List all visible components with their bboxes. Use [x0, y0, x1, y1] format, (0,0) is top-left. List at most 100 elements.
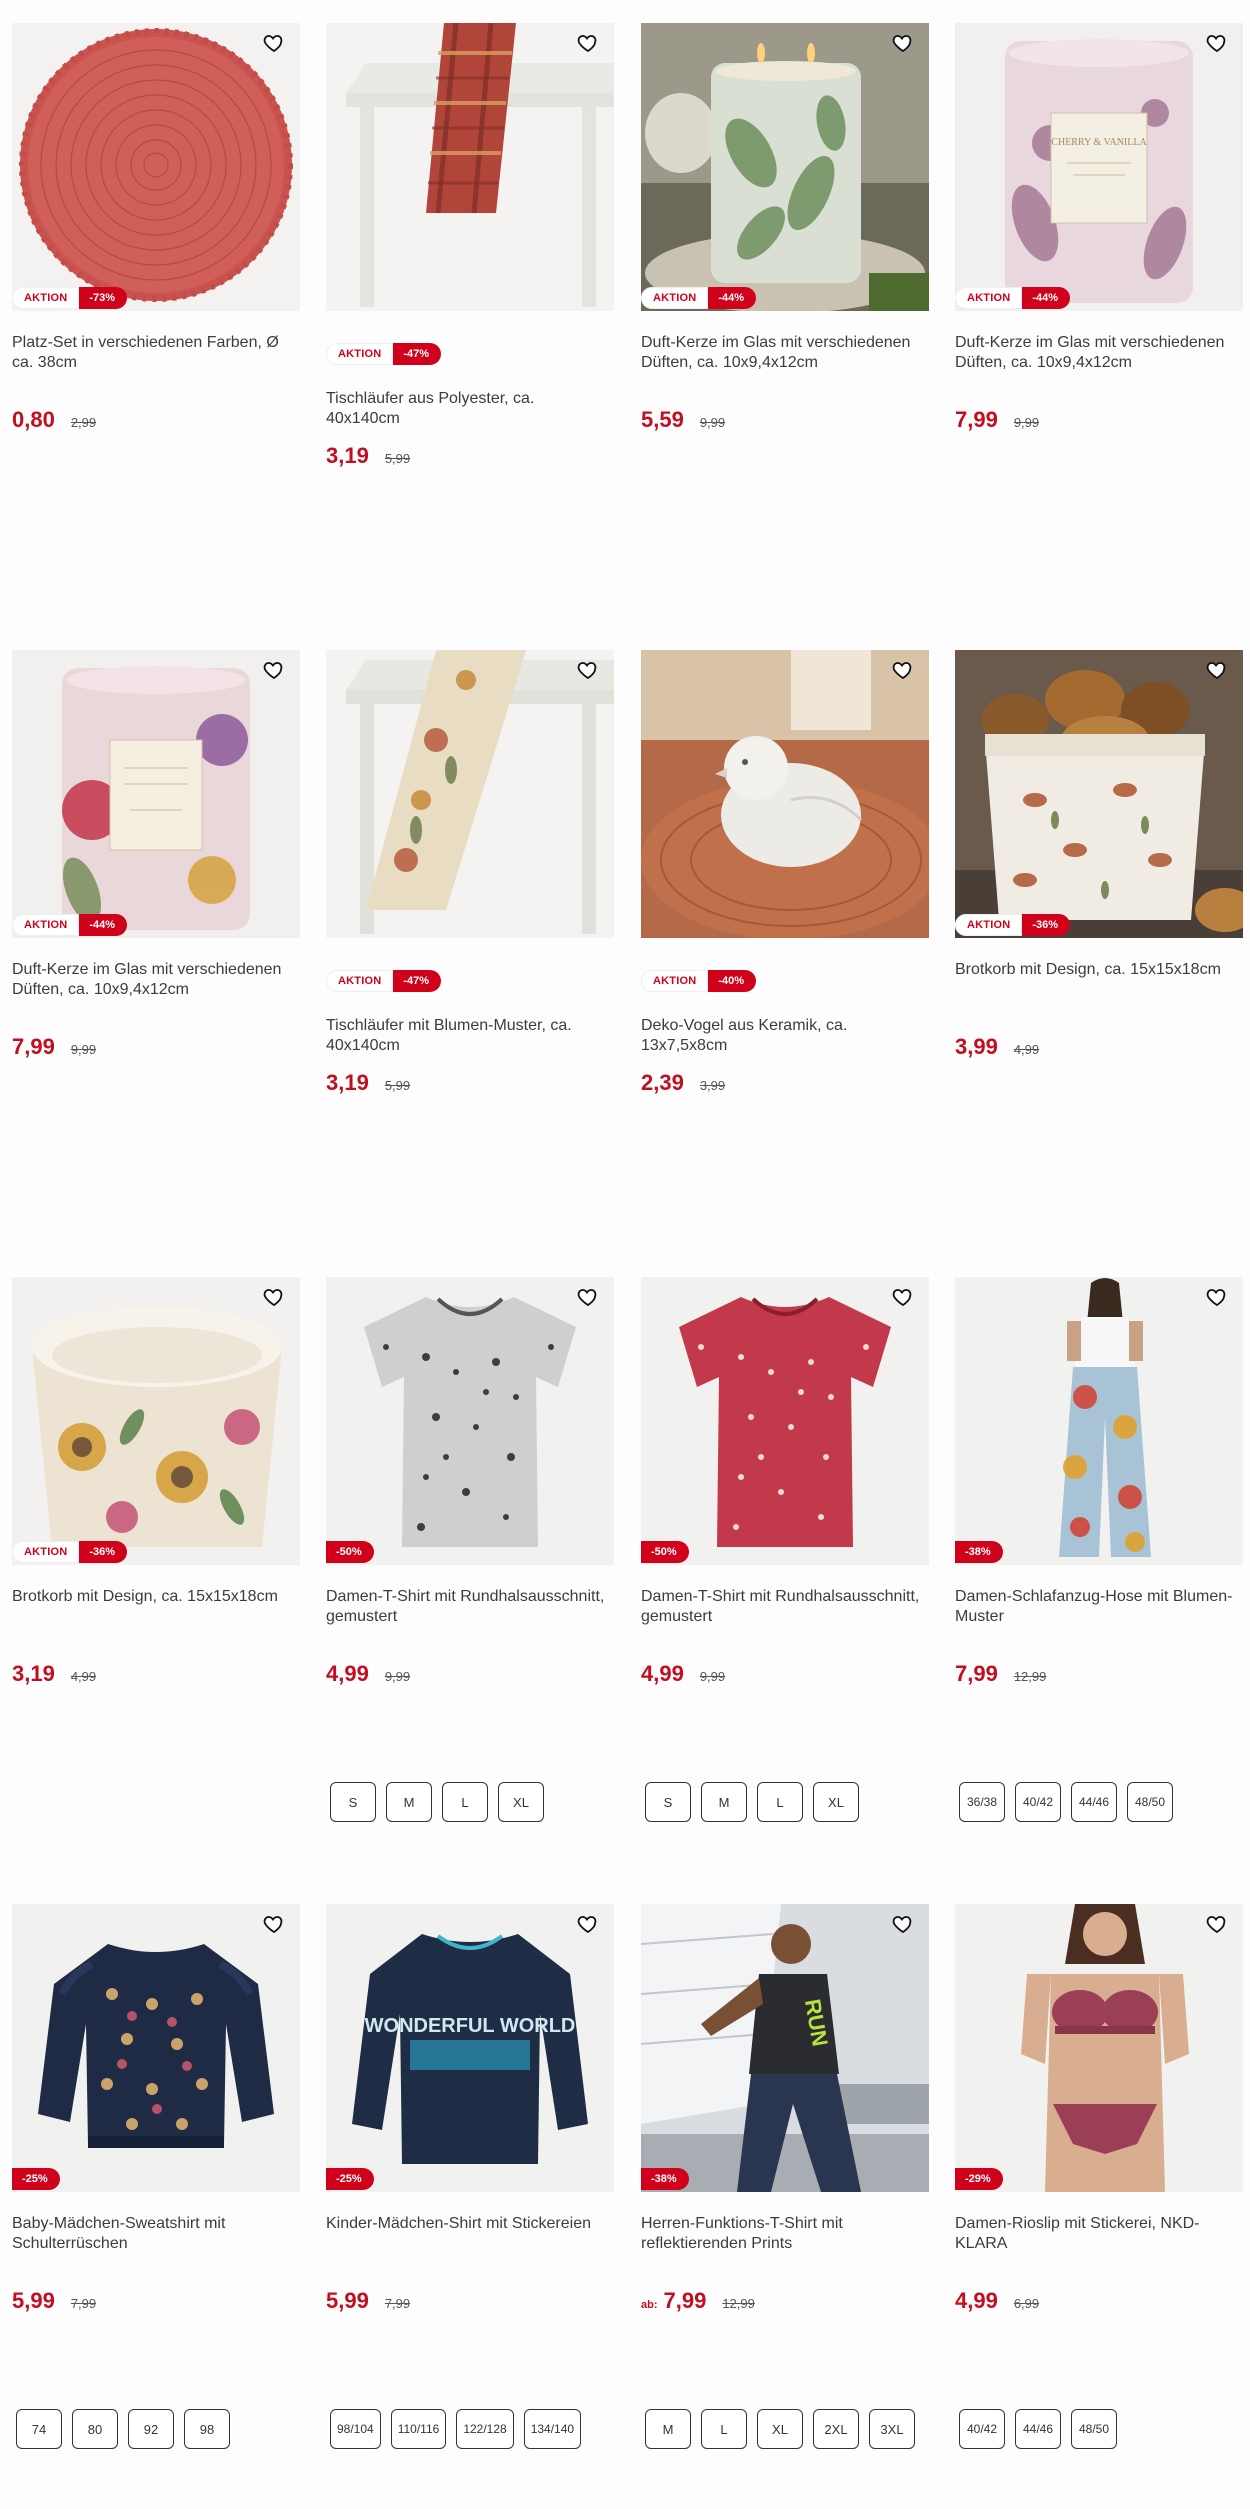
size-option[interactable]: L: [442, 1782, 488, 1822]
discount-percent: -44%: [1022, 287, 1071, 309]
bread-basket-flowers-image: [12, 1277, 300, 1565]
size-option[interactable]: 98/104: [330, 2409, 381, 2449]
discount-badge: AKTION -47%: [326, 343, 442, 365]
current-price: 0,80: [12, 407, 55, 432]
size-option[interactable]: 36/38: [959, 1782, 1005, 1822]
size-option[interactable]: 48/50: [1127, 1782, 1173, 1822]
product-image[interactable]: AKTION -44%: [12, 650, 300, 938]
wishlist-heart-icon[interactable]: [1205, 1285, 1235, 1315]
product-image[interactable]: -38%: [955, 1277, 1243, 1565]
old-price: 12,99: [722, 2296, 755, 2311]
product-title[interactable]: Brotkorb mit Design, ca. 15x15x18cm: [12, 1587, 298, 1607]
product-title[interactable]: Tischläufer aus Polyester, ca. 40x140cm: [326, 389, 612, 429]
product-image[interactable]: AKTION -44%: [641, 23, 929, 311]
size-option[interactable]: M: [386, 1782, 432, 1822]
size-option[interactable]: 2XL: [813, 2409, 859, 2449]
size-option[interactable]: XL: [813, 1782, 859, 1822]
wishlist-heart-icon[interactable]: [891, 658, 921, 688]
wishlist-heart-icon[interactable]: [1205, 658, 1235, 688]
product-image[interactable]: -50%: [326, 1277, 614, 1565]
wishlist-heart-icon[interactable]: [262, 1912, 292, 1942]
wishlist-heart-icon[interactable]: [262, 31, 292, 61]
table-runner-plaid-image: [326, 23, 614, 311]
product-image[interactable]: -29%: [955, 1904, 1243, 2192]
product-title[interactable]: Damen-Schlafanzug-Hose mit Blumen-Muster: [955, 1587, 1241, 1627]
size-option[interactable]: 80: [72, 2409, 118, 2449]
discount-percent: -47%: [393, 343, 442, 365]
tshirt-grey-image: [326, 1277, 614, 1565]
old-price: 2,99: [70, 415, 97, 430]
wishlist-heart-icon[interactable]: [1205, 31, 1235, 61]
product-title[interactable]: Duft-Kerze im Glas mit verschiedenen Düf…: [955, 333, 1241, 373]
size-option[interactable]: 122/128: [456, 2409, 514, 2449]
product-price: 3,99 4,99: [955, 1034, 1039, 1060]
product-title[interactable]: Platz-Set in verschiedenen Farben, Ø ca.…: [12, 333, 298, 373]
size-option[interactable]: 44/46: [1015, 2409, 1061, 2449]
product-title[interactable]: Damen-T-Shirt mit Rundhalsausschnitt, ge…: [326, 1587, 612, 1627]
product-title[interactable]: Damen-Rioslip mit Stickerei, NKD-KLARA: [955, 2214, 1241, 2254]
current-price: 5,59: [641, 407, 684, 432]
product-title[interactable]: Duft-Kerze im Glas mit verschiedenen Düf…: [641, 333, 927, 373]
wishlist-heart-icon[interactable]: [891, 31, 921, 61]
discount-percent: -25%: [326, 2168, 374, 2190]
product-title[interactable]: Herren-Funktions-T-Shirt mit reflektiere…: [641, 2214, 927, 2254]
product-title[interactable]: Damen-T-Shirt mit Rundhalsausschnitt, ge…: [641, 1587, 927, 1627]
candle-floral-image: [12, 650, 300, 938]
aktion-label: AKTION: [955, 287, 1023, 309]
product-image[interactable]: [326, 23, 614, 311]
discount-badge: -29%: [955, 2168, 1003, 2190]
aktion-label: AKTION: [326, 343, 394, 365]
size-option[interactable]: M: [701, 1782, 747, 1822]
wishlist-heart-icon[interactable]: [891, 1912, 921, 1942]
product-image[interactable]: [326, 650, 614, 938]
size-option[interactable]: 74: [16, 2409, 62, 2449]
wishlist-heart-icon[interactable]: [262, 658, 292, 688]
size-option[interactable]: L: [757, 1782, 803, 1822]
product-image[interactable]: -25%: [12, 1904, 300, 2192]
wishlist-heart-icon[interactable]: [1205, 1912, 1235, 1942]
size-option[interactable]: XL: [757, 2409, 803, 2449]
size-option[interactable]: S: [330, 1782, 376, 1822]
product-image[interactable]: WONDERFUL WORLD -25%: [326, 1904, 614, 2192]
size-option[interactable]: 98: [184, 2409, 230, 2449]
product-image[interactable]: AKTION -73%: [12, 23, 300, 311]
current-price: 2,39: [641, 1070, 684, 1095]
wishlist-heart-icon[interactable]: [262, 1285, 292, 1315]
wishlist-heart-icon[interactable]: [576, 31, 606, 61]
size-option[interactable]: 134/140: [523, 2409, 582, 2449]
size-option[interactable]: 110/116: [390, 2409, 447, 2449]
product-title[interactable]: Tischläufer mit Blumen-Muster, ca. 40x14…: [326, 1016, 612, 1056]
size-option[interactable]: S: [645, 1782, 691, 1822]
size-option[interactable]: 40/42: [959, 2409, 1005, 2449]
size-selector: S M L XL: [330, 1782, 610, 1822]
product-title[interactable]: Brotkorb mit Design, ca. 15x15x18cm: [955, 960, 1241, 980]
wishlist-heart-icon[interactable]: [576, 658, 606, 688]
product-image[interactable]: RUN -38%: [641, 1904, 929, 2192]
product-image[interactable]: [641, 650, 929, 938]
product-image[interactable]: AKTION -36%: [955, 650, 1243, 938]
wishlist-heart-icon[interactable]: [891, 1285, 921, 1315]
size-option[interactable]: M: [645, 2409, 691, 2449]
candle-green-image: [641, 23, 929, 311]
product-title[interactable]: Kinder-Mädchen-Shirt mit Stickereien: [326, 2214, 612, 2234]
size-option[interactable]: 3XL: [869, 2409, 915, 2449]
size-option[interactable]: XL: [498, 1782, 544, 1822]
size-option[interactable]: 48/50: [1071, 2409, 1117, 2449]
product-image[interactable]: CHERRY & VANILLA AKTION -44%: [955, 23, 1243, 311]
size-option[interactable]: 92: [128, 2409, 174, 2449]
product-title[interactable]: Deko-Vogel aus Keramik, ca. 13x7,5x8cm: [641, 1016, 927, 1056]
wishlist-heart-icon[interactable]: [576, 1912, 606, 1942]
product-image[interactable]: AKTION -36%: [12, 1277, 300, 1565]
aktion-label: AKTION: [12, 287, 80, 309]
product-title[interactable]: Duft-Kerze im Glas mit verschiedenen Düf…: [12, 960, 298, 1000]
size-option[interactable]: 40/42: [1015, 1782, 1061, 1822]
size-option[interactable]: 44/46: [1071, 1782, 1117, 1822]
current-price: 4,99: [326, 1661, 369, 1686]
current-price: 3,99: [955, 1034, 998, 1059]
size-option[interactable]: L: [701, 2409, 747, 2449]
wishlist-heart-icon[interactable]: [576, 1285, 606, 1315]
product-title[interactable]: Baby-Mädchen-Sweatshirt mit Schulterrüsc…: [12, 2214, 298, 2254]
product-image[interactable]: -50%: [641, 1277, 929, 1565]
old-price: 12,99: [1013, 1669, 1047, 1684]
current-price: 3,19: [326, 1070, 369, 1095]
